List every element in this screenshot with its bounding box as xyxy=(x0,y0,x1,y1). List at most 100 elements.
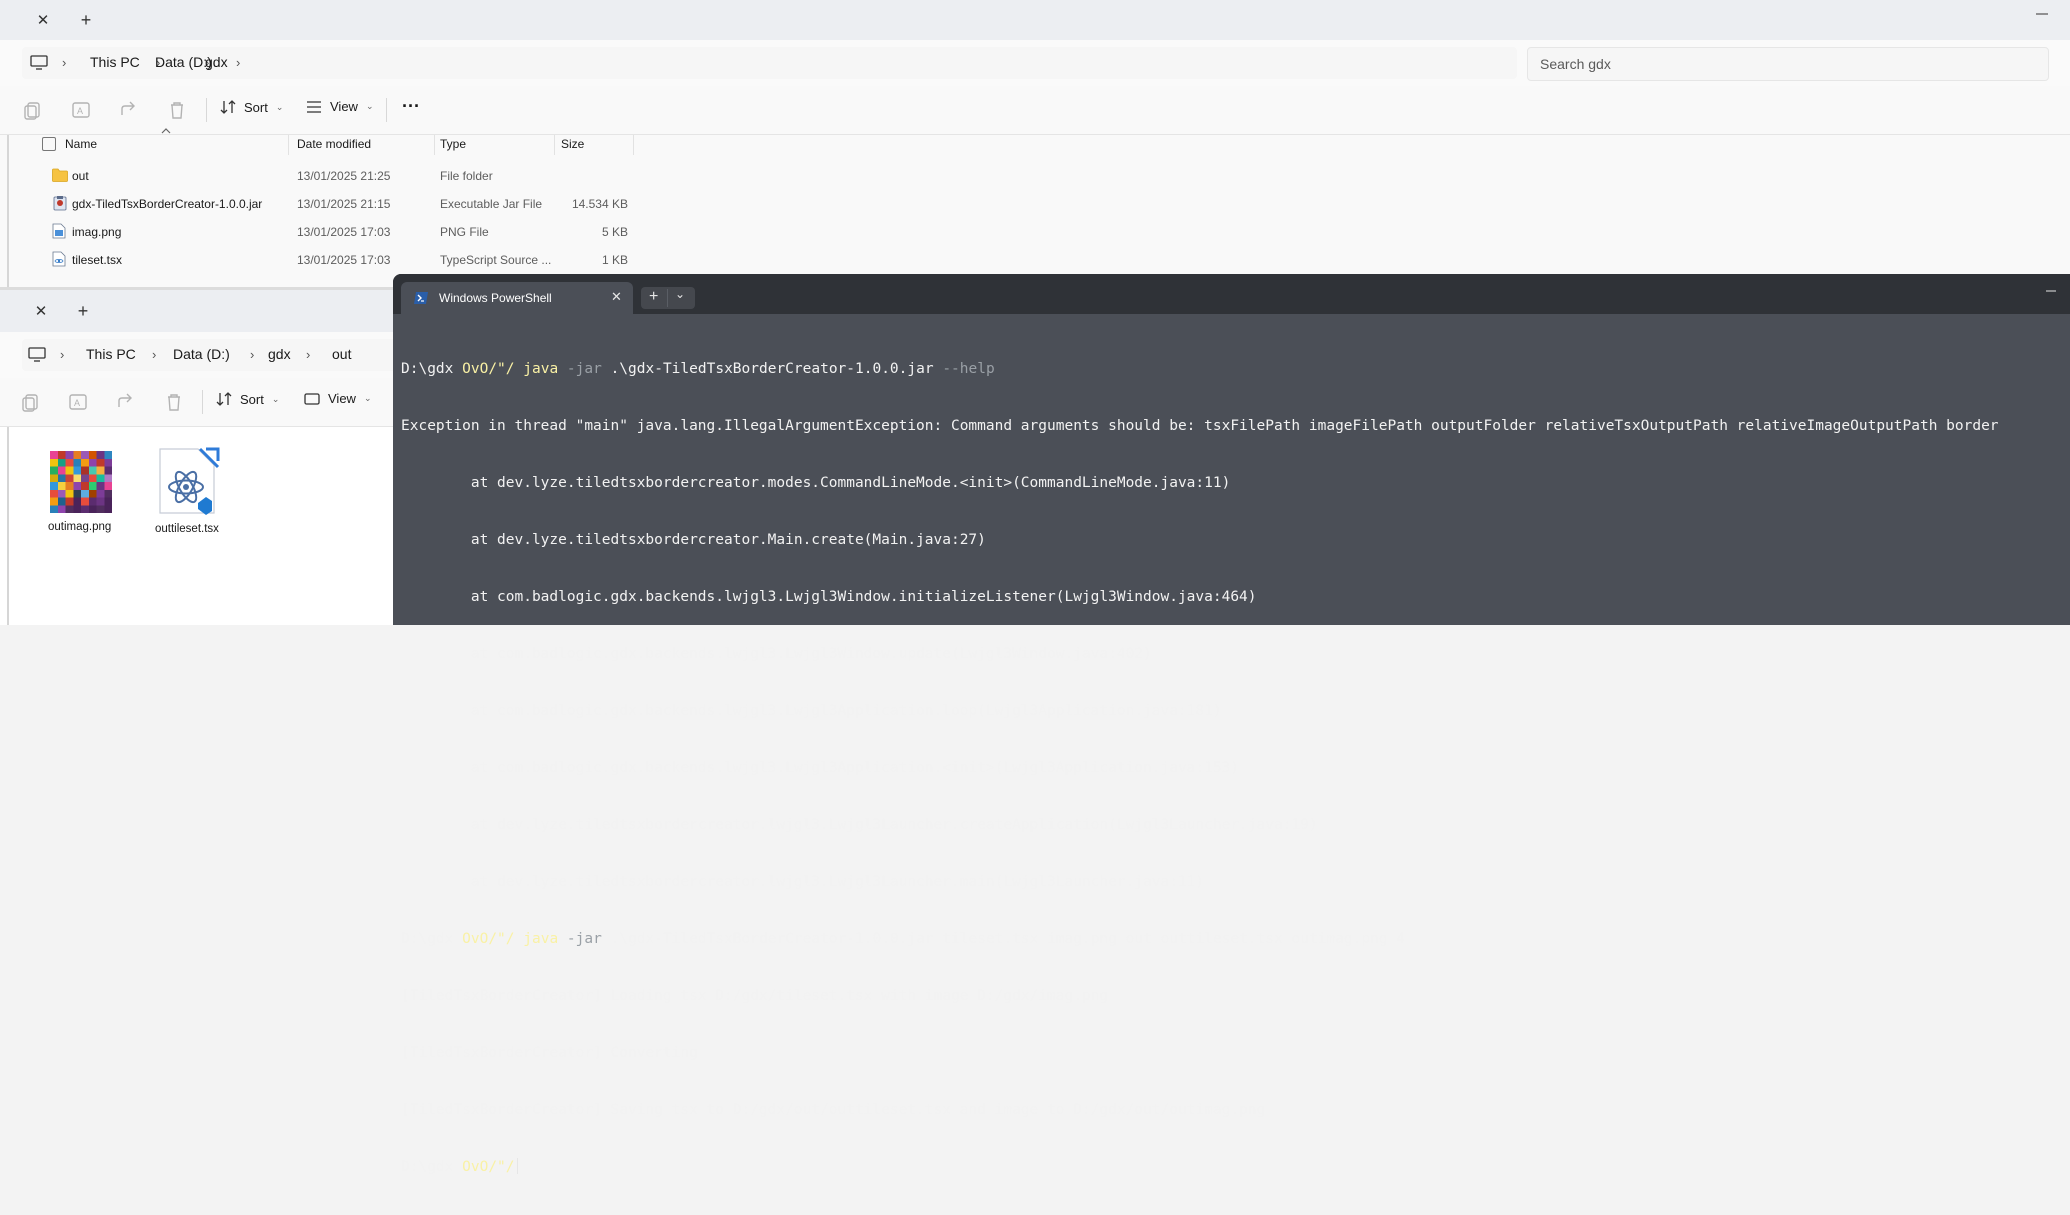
breadcrumb-gdx[interactable]: gdx xyxy=(205,54,228,70)
command-args: --help xyxy=(942,361,995,377)
rename-icon[interactable]: A xyxy=(70,99,92,121)
output-line: at com.badlogic.gdx.backends.lwjgl3.Lwjg… xyxy=(401,760,1240,776)
column-header-type[interactable]: Type xyxy=(440,137,466,151)
output-line: at dev.lyze.tiledtsxbordercreator.Main.c… xyxy=(401,532,986,548)
command-flag: -jar xyxy=(566,361,602,377)
delete-icon[interactable] xyxy=(166,99,188,121)
output-line: [TiledTsxBorderCreator] Converting xyxy=(401,1045,698,1061)
output-line: [TiledTsxBorderCreator] Loading tsx D:/g… xyxy=(401,988,1109,1004)
breadcrumb-gdx[interactable]: gdx xyxy=(268,346,291,362)
delete-icon[interactable] xyxy=(163,391,185,413)
file-size: 1 KB xyxy=(601,253,628,267)
view-icon xyxy=(304,392,320,405)
new-tab-button[interactable]: + xyxy=(649,288,658,306)
terminal-tab[interactable]: Windows PowerShell ✕ xyxy=(401,282,633,314)
file-date: 13/01/2025 21:25 xyxy=(297,169,391,183)
svg-text:A: A xyxy=(74,398,80,408)
terminal-tabstrip: Windows PowerShell ✕ + ⌄ xyxy=(393,274,2070,314)
file-row[interactable]: out 13/01/2025 21:25 File folder xyxy=(0,167,640,191)
chevron-right-icon: › xyxy=(62,55,67,70)
column-divider[interactable] xyxy=(554,135,555,155)
rename-icon[interactable]: A xyxy=(67,391,89,413)
command-args: tileset.tsx imag.png out outtileset.tsx … xyxy=(942,931,1406,947)
chevron-down-icon: ⌄ xyxy=(275,101,284,112)
file-date: 13/01/2025 17:03 xyxy=(297,253,391,267)
output-line: at com.badlogic.gdx.backends.lwjgl3.Lwjg… xyxy=(401,646,1152,662)
select-all-checkbox[interactable] xyxy=(42,137,56,151)
sort-button[interactable]: Sort ⌄ xyxy=(220,99,283,115)
file-tile[interactable]: outimag.png xyxy=(42,451,122,547)
column-header-name[interactable]: Name xyxy=(65,137,97,151)
new-tab-button[interactable]: + xyxy=(70,298,96,324)
icon-view-area: outimag.png outtileset.tsx xyxy=(0,427,400,625)
share-icon[interactable] xyxy=(118,99,140,121)
breadcrumb-data-d[interactable]: Data (D:) xyxy=(173,346,230,362)
breadcrumb-data-d[interactable]: Data (D:) xyxy=(155,54,212,70)
command-flag: -jar xyxy=(566,931,602,947)
output-line: at dev.lyze.tiledtsxbordercreator.lwjgl3… xyxy=(401,817,1318,833)
chevron-right-icon: › xyxy=(236,55,241,70)
file-tile[interactable]: outtileset.tsx xyxy=(150,445,230,547)
explorer-window-out: ✕ + › This PC › Data (D:) › gdx › out A … xyxy=(0,290,400,625)
prompt-tail: /"/ xyxy=(488,361,515,377)
column-header-size[interactable]: Size xyxy=(561,137,584,151)
toolbar-divider xyxy=(386,98,387,122)
column-header-date[interactable]: Date modified xyxy=(297,137,371,151)
chevron-right-icon: › xyxy=(306,347,311,362)
share-icon[interactable] xyxy=(115,391,137,413)
file-name: outimag.png xyxy=(48,521,112,533)
close-tab-button[interactable]: ✕ xyxy=(30,7,56,33)
file-type: Executable Jar File xyxy=(440,197,543,211)
breadcrumb-this-pc[interactable]: This PC xyxy=(90,54,140,70)
view-button[interactable]: View ⌄ xyxy=(306,99,374,114)
search-placeholder: Search gdx xyxy=(1540,56,1611,72)
file-row[interactable]: gdx-TiledTsxBorderCreator-1.0.0.jar 13/0… xyxy=(0,195,640,219)
close-tab-button[interactable]: ✕ xyxy=(28,298,54,324)
column-divider[interactable] xyxy=(288,135,289,155)
copy-icon[interactable] xyxy=(20,391,42,413)
prompt-line: D:\gdx OvO/"/ java -jar .\gdx-TiledTsxBo… xyxy=(401,930,2070,949)
view-button[interactable]: View ⌄ xyxy=(304,391,372,406)
address-row: › This PC › Data (D:) › gdx › Search gdx xyxy=(0,40,2070,86)
breadcrumb-out[interactable]: out xyxy=(332,346,351,362)
text-cursor xyxy=(516,1158,518,1174)
file-row[interactable]: imag.png 13/01/2025 17:03 PNG File 5 KB xyxy=(0,223,640,247)
address-bar[interactable]: › This PC › Data (D:) › gdx › out xyxy=(22,339,400,371)
file-size: 5 KB xyxy=(601,225,628,239)
explorer-tabbar: ✕ + xyxy=(0,0,2070,40)
terminal-output[interactable]: D:\gdx OvO/"/ java -jar .\gdx-TiledTsxBo… xyxy=(401,322,2070,1175)
chevron-down-icon[interactable]: ⌄ xyxy=(675,287,685,301)
command-jar: .\gdx-TiledTsxBorderCreator-1.0.0.jar xyxy=(610,361,934,377)
output-line: at com.badlogic.gdx.backends.lwjgl3.Lwjg… xyxy=(401,703,1222,719)
minimize-icon[interactable] xyxy=(2044,286,2058,296)
copy-icon[interactable] xyxy=(22,99,44,121)
address-row: › This PC › Data (D:) › gdx › out xyxy=(0,332,400,378)
prompt-tail: /"/ xyxy=(488,1159,515,1175)
jar-icon xyxy=(53,196,67,211)
minimize-icon[interactable] xyxy=(2032,4,2052,24)
file-name: imag.png xyxy=(72,225,122,239)
new-tab-button[interactable]: + xyxy=(73,7,99,33)
view-label: View xyxy=(330,99,358,114)
more-options-button[interactable]: ··· xyxy=(402,96,420,117)
prompt-name: OvO xyxy=(462,361,489,377)
prompt-name: OvO xyxy=(462,1159,489,1175)
search-input[interactable]: Search gdx xyxy=(1527,47,2049,81)
file-name: gdx-TiledTsxBorderCreator-1.0.0.jar xyxy=(72,197,263,211)
column-divider[interactable] xyxy=(434,135,435,155)
folder-icon xyxy=(52,168,68,182)
png-icon xyxy=(52,223,66,239)
sort-label: Sort xyxy=(240,391,264,407)
file-row[interactable]: tileset.tsx 13/01/2025 17:03 TypeScript … xyxy=(0,251,640,275)
tsx-icon xyxy=(52,251,66,267)
address-bar[interactable]: › This PC › Data (D:) › gdx › xyxy=(22,47,1517,79)
close-icon[interactable]: ✕ xyxy=(611,289,622,305)
sort-button[interactable]: Sort ⌄ xyxy=(216,391,279,407)
output-line: at com.badlogic.gdx.backends.lwjgl3.Lwjg… xyxy=(401,589,1257,605)
breadcrumb-this-pc[interactable]: This PC xyxy=(86,346,136,362)
column-divider[interactable] xyxy=(633,135,634,155)
image-thumbnail-icon xyxy=(50,451,112,513)
explorer-window-gdx: ✕ + › This PC › Data (D:) › gdx › Search… xyxy=(0,0,2070,287)
prompt-tail: /"/ xyxy=(488,931,515,947)
sort-label: Sort xyxy=(244,99,268,115)
